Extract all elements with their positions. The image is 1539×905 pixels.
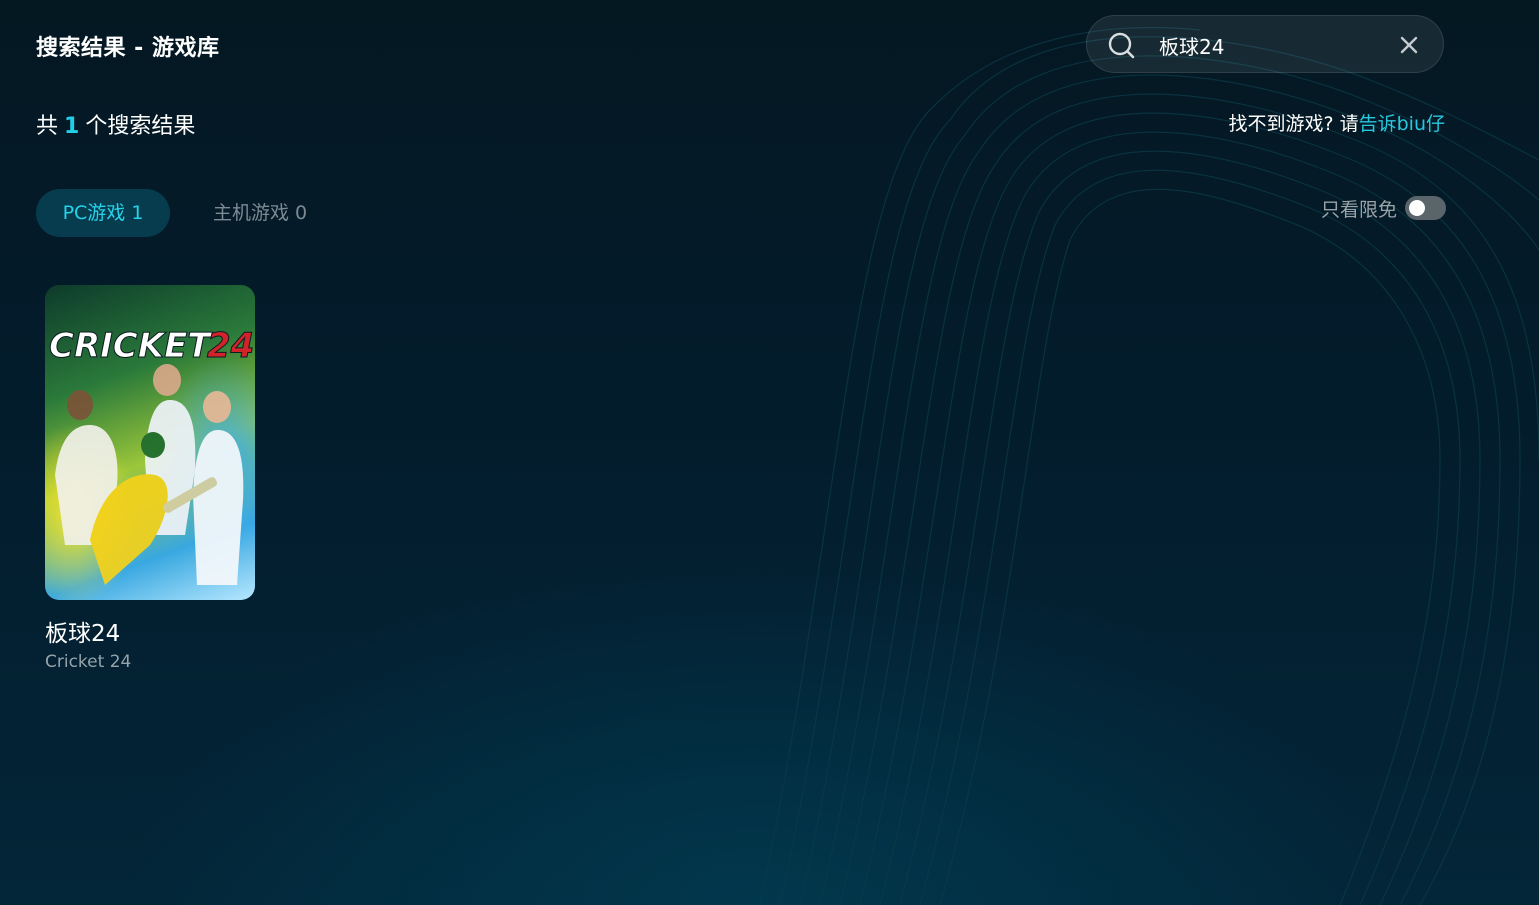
game-cover[interactable]: CRICKET 24 (45, 285, 255, 600)
search-box[interactable] (1086, 15, 1444, 73)
result-count: 共 1 个搜索结果 (36, 108, 195, 140)
game-card[interactable]: CRICKET 24 板球24 Cricket 24 (45, 285, 255, 672)
toggle-knob (1409, 200, 1425, 216)
free-only-label: 只看限免 (1320, 198, 1397, 221)
cover-logo-number: 24 (207, 326, 254, 366)
tab-pc-games[interactable]: PC游戏 1 (36, 189, 170, 237)
cover-logo: CRICKET (49, 326, 213, 366)
tell-biu-link[interactable]: 告诉biu仔 (1359, 113, 1445, 135)
missing-game-help: 找不到游戏? 请告诉biu仔 (1228, 109, 1445, 136)
tab-console-games[interactable]: 主机游戏 0 (213, 189, 307, 237)
game-title[interactable]: 板球24 (45, 614, 255, 648)
page-title: 搜索结果 - 游戏库 (36, 36, 220, 61)
result-count-suffix: 个搜索结果 (85, 114, 196, 139)
free-only-toggle[interactable] (1405, 196, 1446, 220)
free-only-filter: 只看限免 (1321, 194, 1446, 222)
help-text: 找不到游戏? 请 (1228, 113, 1359, 135)
game-subtitle: Cricket 24 (45, 652, 132, 672)
search-icon[interactable] (1107, 31, 1137, 61)
result-count-prefix: 共 (36, 114, 59, 139)
cover-art: CRICKET 24 (49, 326, 255, 585)
search-input[interactable] (1159, 29, 1389, 61)
clear-search-icon[interactable] (1399, 35, 1419, 55)
result-count-number: 1 (64, 114, 80, 139)
